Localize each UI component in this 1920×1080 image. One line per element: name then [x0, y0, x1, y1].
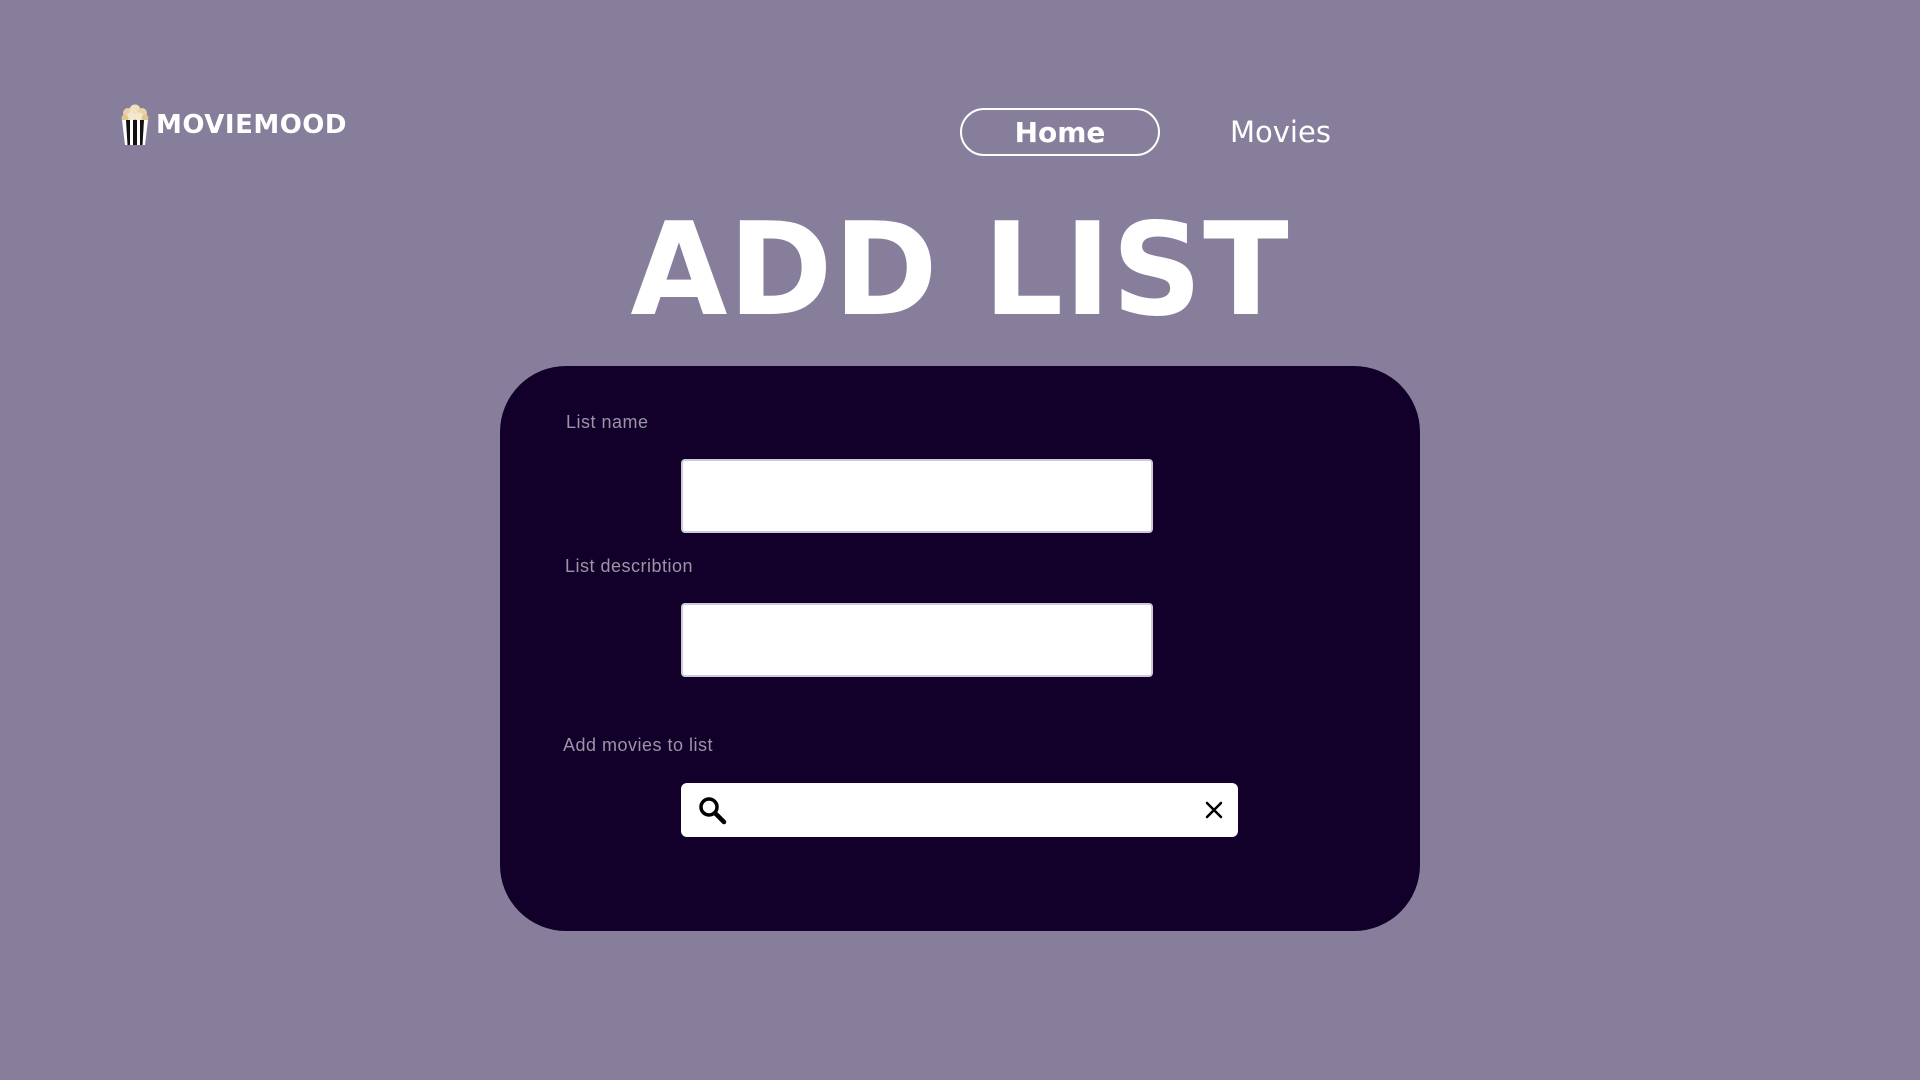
logo-text: MOVIEMOOD [156, 110, 347, 140]
list-name-label: List name [566, 412, 649, 432]
list-description-label: List describtion [565, 556, 694, 576]
popcorn-icon [121, 104, 149, 145]
movie-search-bar[interactable] [681, 783, 1238, 837]
add-movies-label: Add movies to list [563, 735, 714, 755]
nav-home-button[interactable]: Home [960, 108, 1160, 156]
close-icon[interactable] [1204, 800, 1224, 820]
list-description-input[interactable] [681, 603, 1153, 677]
page-title: ADD LIST [630, 196, 1290, 345]
page: MOVIEMOOD Home Movies ADD LIST List name… [0, 0, 1920, 1080]
list-name-input[interactable] [681, 459, 1153, 533]
search-icon[interactable] [697, 795, 727, 825]
nav-movies-link[interactable]: Movies [1230, 108, 1331, 156]
movie-search-input[interactable] [727, 783, 1204, 837]
logo[interactable]: MOVIEMOOD [120, 104, 347, 146]
add-list-form-card: List name List describtion Add movies to… [500, 366, 1420, 931]
